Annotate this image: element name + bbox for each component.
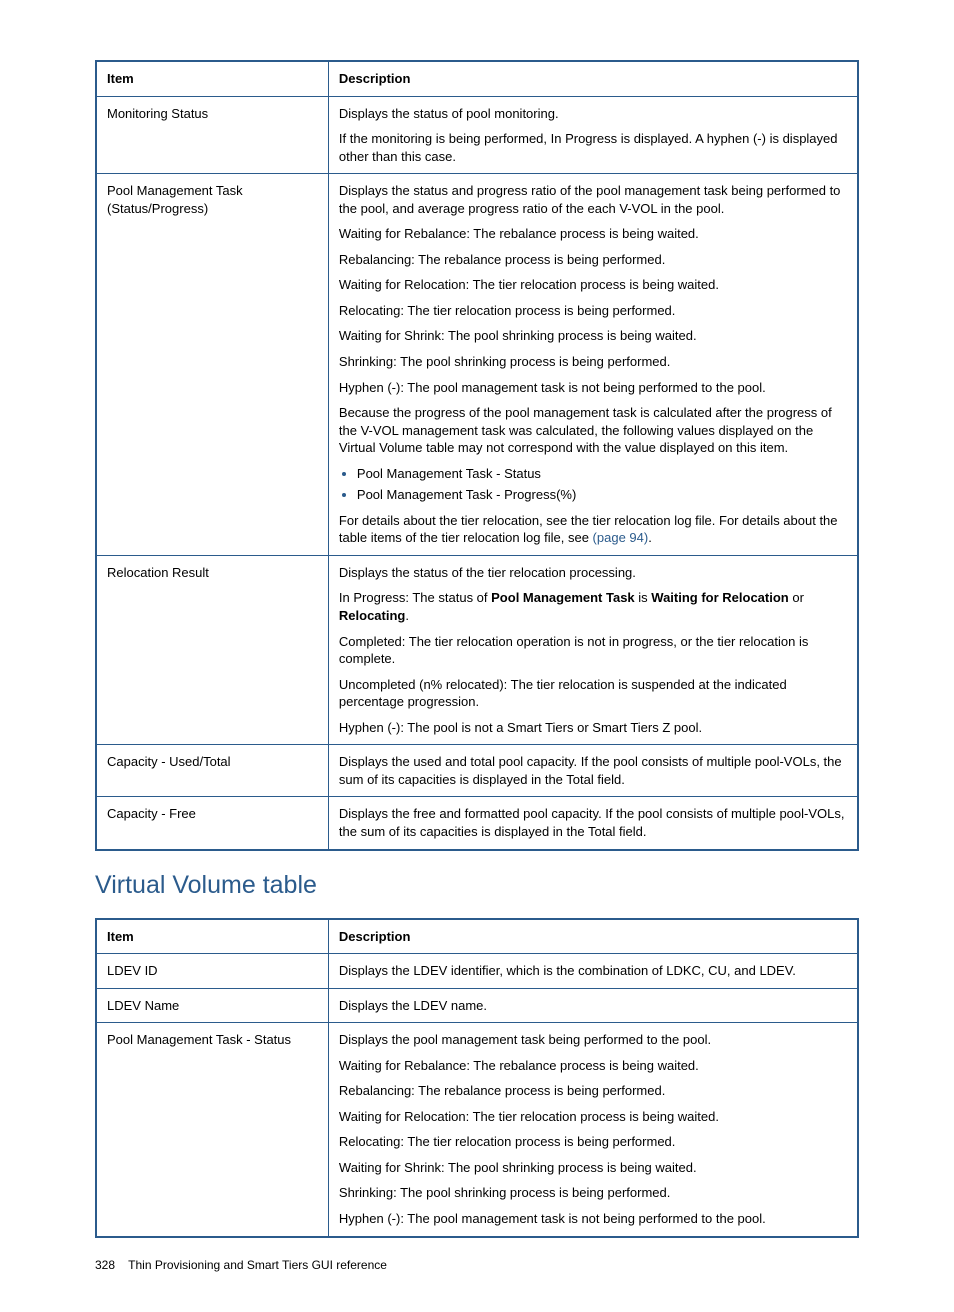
para: Waiting for Relocation: The tier relocat… [339, 276, 847, 294]
list-item: Pool Management Task - Status [357, 465, 847, 483]
table-row: Capacity - Free Displays the free and fo… [96, 797, 858, 850]
cell-description: Displays the status of pool monitoring. … [328, 96, 858, 174]
cell-item: Capacity - Used/Total [96, 745, 328, 797]
cell-description: Displays the free and formatted pool cap… [328, 797, 858, 850]
para: Waiting for Rebalance: The rebalance pro… [339, 1057, 847, 1075]
text: . [405, 608, 409, 623]
para: Because the progress of the pool managem… [339, 404, 847, 457]
bold-text: Relocating [339, 608, 405, 623]
th-description: Description [328, 61, 858, 96]
cell-item: Relocation Result [96, 555, 328, 744]
para: Waiting for Shrink: The pool shrinking p… [339, 1159, 847, 1177]
bullet-list: Pool Management Task - Status Pool Manag… [339, 465, 847, 504]
para: Waiting for Shrink: The pool shrinking p… [339, 327, 847, 345]
footer-text: Thin Provisioning and Smart Tiers GUI re… [128, 1258, 387, 1272]
para: For details about the tier relocation, s… [339, 512, 847, 547]
para: Displays the status of the tier relocati… [339, 564, 847, 582]
para: In Progress: The status of Pool Manageme… [339, 589, 847, 624]
para: Rebalancing: The rebalance process is be… [339, 251, 847, 269]
para: Rebalancing: The rebalance process is be… [339, 1082, 847, 1100]
table-header-row: Item Description [96, 61, 858, 96]
para: Displays the status and progress ratio o… [339, 182, 847, 217]
th-description: Description [328, 919, 858, 954]
cell-description: Displays the pool management task being … [328, 1023, 858, 1237]
para: Displays the pool management task being … [339, 1031, 847, 1049]
para: Displays the free and formatted pool cap… [339, 805, 847, 840]
para: Hyphen (-): The pool management task is … [339, 379, 847, 397]
para: Shrinking: The pool shrinking process is… [339, 353, 847, 371]
para: Displays the status of pool monitoring. [339, 105, 847, 123]
cell-description: Displays the LDEV name. [328, 988, 858, 1023]
cell-item: Monitoring Status [96, 96, 328, 174]
section-title: Virtual Volume table [95, 871, 859, 900]
cell-item: Capacity - Free [96, 797, 328, 850]
para: Displays the used and total pool capacit… [339, 753, 847, 788]
para: Completed: The tier relocation operation… [339, 633, 847, 668]
text: or [789, 590, 804, 605]
th-item: Item [96, 919, 328, 954]
table-1: Item Description Monitoring Status Displ… [95, 60, 859, 851]
cell-item: LDEV ID [96, 954, 328, 989]
table-row: Relocation Result Displays the status of… [96, 555, 858, 744]
text: In Progress: The status of [339, 590, 491, 605]
para: Hyphen (-): The pool is not a Smart Tier… [339, 719, 847, 737]
para: Relocating: The tier relocation process … [339, 1133, 847, 1151]
cell-item: Pool Management Task - Status [96, 1023, 328, 1237]
table-header-row: Item Description [96, 919, 858, 954]
table-row: Pool Management Task - Status Displays t… [96, 1023, 858, 1237]
bold-text: Waiting for Relocation [651, 590, 788, 605]
para: Shrinking: The pool shrinking process is… [339, 1184, 847, 1202]
para: Displays the LDEV name. [339, 997, 847, 1015]
cell-description: Displays the used and total pool capacit… [328, 745, 858, 797]
th-item: Item [96, 61, 328, 96]
cell-description: Displays the status and progress ratio o… [328, 174, 858, 556]
para: Waiting for Rebalance: The rebalance pro… [339, 225, 847, 243]
table-row: Capacity - Used/Total Displays the used … [96, 745, 858, 797]
table-row: Pool Management Task (Status/Progress) D… [96, 174, 858, 556]
page-footer: 328 Thin Provisioning and Smart Tiers GU… [95, 1258, 859, 1272]
table-row: LDEV ID Displays the LDEV identifier, wh… [96, 954, 858, 989]
para: Waiting for Relocation: The tier relocat… [339, 1108, 847, 1126]
table-row: Monitoring Status Displays the status of… [96, 96, 858, 174]
text: For details about the tier relocation, s… [339, 513, 838, 546]
cell-item: Pool Management Task (Status/Progress) [96, 174, 328, 556]
para: Relocating: The tier relocation process … [339, 302, 847, 320]
page-link[interactable]: (page 94) [593, 530, 649, 545]
para: Hyphen (-): The pool management task is … [339, 1210, 847, 1228]
page-number: 328 [95, 1258, 115, 1272]
text: is [635, 590, 652, 605]
table-row: LDEV Name Displays the LDEV name. [96, 988, 858, 1023]
para: Uncompleted (n% relocated): The tier rel… [339, 676, 847, 711]
para: If the monitoring is being performed, In… [339, 130, 847, 165]
list-item: Pool Management Task - Progress(%) [357, 486, 847, 504]
bold-text: Pool Management Task [491, 590, 635, 605]
cell-item: LDEV Name [96, 988, 328, 1023]
para: Displays the LDEV identifier, which is t… [339, 962, 847, 980]
cell-description: Displays the status of the tier relocati… [328, 555, 858, 744]
table-2: Item Description LDEV ID Displays the LD… [95, 918, 859, 1238]
cell-description: Displays the LDEV identifier, which is t… [328, 954, 858, 989]
text: . [648, 530, 652, 545]
